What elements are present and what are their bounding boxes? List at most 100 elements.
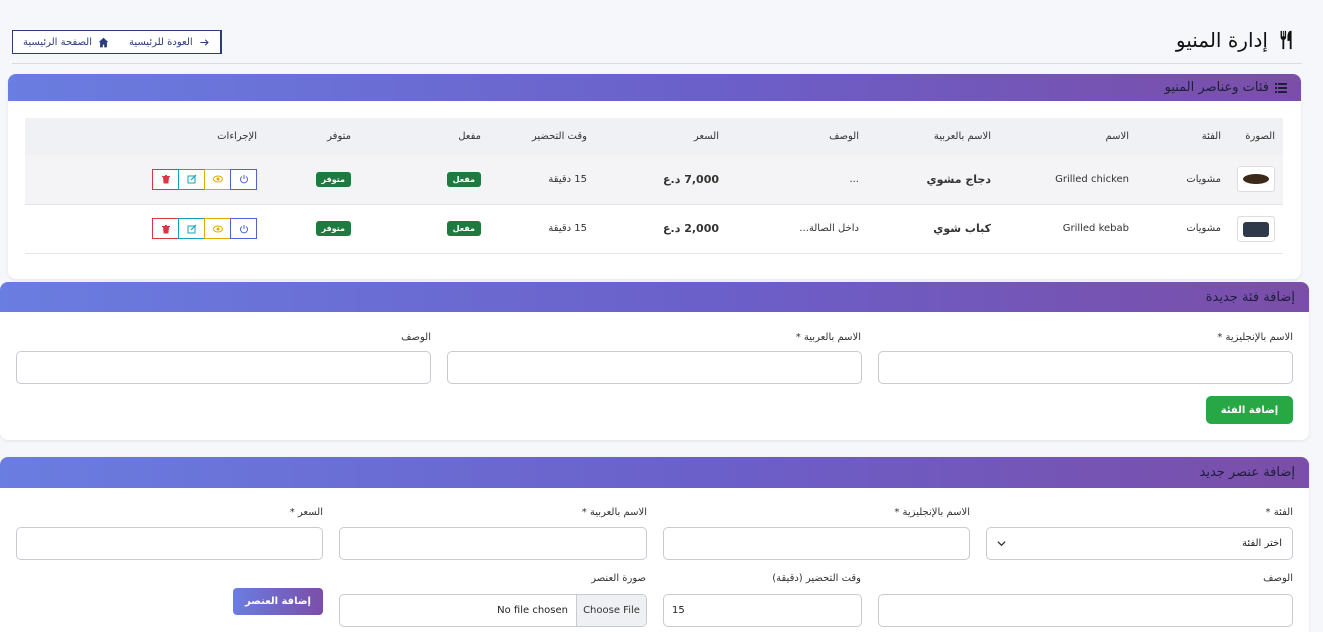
available-badge: متوفر (315, 171, 351, 187)
item-prep: 15 دقيقة (489, 155, 595, 205)
item-active-cell: مفعل (359, 155, 489, 205)
home-icon (98, 37, 109, 47)
toggle-button[interactable] (230, 168, 257, 190)
add-category-button[interactable]: إضافة الفئة (1206, 396, 1293, 424)
col-active: مفعل (359, 118, 489, 155)
item-prep: 15 دقيقة (489, 204, 595, 254)
trash-icon (161, 224, 170, 233)
item-available-cell: متوفر (265, 204, 359, 254)
add-item-card: إضافة عنصر جديد الفئة * اختر الفئة الاسم… (0, 457, 1309, 632)
item-name: Grilled kebab (999, 204, 1137, 254)
item-price-label: السعر * (289, 507, 323, 518)
page-header: إدارة المنيو الصفحة الرئيسية العودة للرئ… (12, 26, 1302, 64)
item-name-ar: دجاج مشوي (867, 155, 999, 205)
item-image-cell (1229, 204, 1283, 254)
add-category-header: إضافة فئة جديدة (0, 282, 1309, 312)
category-desc-label: الوصف (401, 332, 431, 343)
eye-icon (212, 175, 223, 183)
category-name-ar-label: الاسم بالعربية * (795, 332, 861, 343)
active-badge: مفعل (446, 171, 481, 187)
page-title-text: إدارة المنيو (1175, 28, 1268, 52)
active-badge: مفعل (446, 221, 481, 236)
item-thumbnail (1237, 166, 1275, 193)
item-price-input[interactable] (16, 527, 323, 560)
table-row: مشويات Grilled chicken دجاج مشوي ... 7,0… (25, 155, 1283, 205)
delete-button[interactable] (152, 168, 179, 190)
item-name: Grilled chicken (999, 155, 1137, 205)
eye-icon (212, 225, 223, 232)
col-name-ar: الاسم بالعربية (867, 118, 999, 155)
item-desc-label: الوصف (1263, 573, 1293, 584)
add-item-title: إضافة عنصر جديد (1199, 465, 1296, 480)
col-actions: الإجراءات (25, 118, 265, 155)
file-name-text: No file chosen (497, 605, 568, 616)
item-category-value: اختر الفئة (1242, 538, 1282, 549)
item-category: مشويات (1137, 155, 1229, 205)
col-prep: وقت التحضير (489, 118, 595, 155)
item-price: 7,000 د.ع (595, 155, 727, 205)
available-badge: متوفر (315, 221, 351, 236)
menu-items-card-header: فئات وعناصر المنيو (8, 74, 1301, 101)
col-name: الاسم (999, 118, 1137, 155)
category-name-ar-input[interactable] (447, 351, 862, 384)
power-icon (239, 224, 248, 233)
toggle-button[interactable] (230, 218, 257, 239)
table-header-row: الصورة الفئة الاسم الاسم بالعربية الوصف … (25, 118, 1283, 155)
item-actions-cell (25, 155, 265, 205)
view-button[interactable] (204, 218, 231, 239)
edit-icon (187, 224, 196, 233)
item-image-file-input[interactable]: No file chosen Choose File (339, 594, 647, 627)
category-name-en-input[interactable] (878, 351, 1293, 384)
item-image-cell (1229, 155, 1283, 205)
page-title: إدارة المنيو (1176, 28, 1298, 52)
trash-icon (161, 175, 170, 184)
nav-button-group: الصفحة الرئيسية العودة للرئيسية (12, 30, 222, 54)
menu-items-card: فئات وعناصر المنيو الصورة الفئة الاسم ال… (8, 74, 1301, 279)
item-category: مشويات (1137, 204, 1229, 254)
item-image-label: صورة العنصر (591, 573, 646, 584)
back-button-label: العودة للرئيسية (129, 36, 193, 48)
add-item-button[interactable]: إضافة العنصر (233, 588, 323, 615)
category-desc-input[interactable] (16, 351, 431, 384)
col-available: متوفر (265, 118, 359, 155)
item-available-cell: متوفر (265, 155, 359, 205)
item-prep-input[interactable] (663, 594, 862, 627)
action-buttons (152, 168, 257, 190)
item-name-ar: كباب شوي (867, 204, 999, 254)
item-description: داخل الصالة... (727, 204, 867, 254)
col-category: الفئة (1137, 118, 1229, 155)
choose-file-button[interactable]: Choose File (576, 595, 646, 626)
col-price: السعر (595, 118, 727, 155)
item-name-ar-input[interactable] (339, 527, 647, 560)
item-category-select[interactable]: اختر الفئة (986, 527, 1293, 560)
col-image: الصورة (1229, 118, 1283, 155)
edit-button[interactable] (178, 168, 205, 190)
item-active-cell: مفعل (359, 204, 489, 254)
list-icon (1275, 82, 1287, 93)
category-name-en-label: الاسم بالإنجليزية * (1217, 332, 1293, 343)
item-prep-label: وقت التحضير (دقيقة) (772, 573, 861, 584)
home-button-label: الصفحة الرئيسية (23, 36, 92, 48)
delete-button[interactable] (152, 218, 179, 239)
edit-icon (187, 174, 196, 184)
edit-button[interactable] (178, 218, 205, 239)
col-description: الوصف (727, 118, 867, 155)
utensils-icon (1280, 30, 1292, 50)
home-button[interactable]: الصفحة الرئيسية (13, 31, 119, 53)
view-button[interactable] (204, 168, 231, 190)
item-category-label: الفئة * (1265, 507, 1293, 518)
action-buttons (152, 218, 257, 239)
menu-items-table: الصورة الفئة الاسم الاسم بالعربية الوصف … (25, 118, 1283, 254)
menu-items-card-title: فئات وعناصر المنيو (1164, 80, 1269, 95)
back-button[interactable]: العودة للرئيسية (119, 31, 221, 53)
item-actions-cell (25, 204, 265, 254)
item-name-en-label: الاسم بالإنجليزية * (894, 507, 970, 518)
item-desc-input[interactable] (878, 594, 1293, 627)
chevron-down-icon (997, 541, 1006, 547)
add-category-card: إضافة فئة جديدة الاسم بالإنجليزية * الاس… (0, 282, 1309, 440)
item-thumbnail (1237, 215, 1275, 242)
arrow-right-icon (200, 38, 209, 46)
add-category-title: إضافة فئة جديدة (1205, 289, 1295, 305)
add-item-header: إضافة عنصر جديد (0, 457, 1309, 488)
item-name-en-input[interactable] (663, 527, 970, 560)
